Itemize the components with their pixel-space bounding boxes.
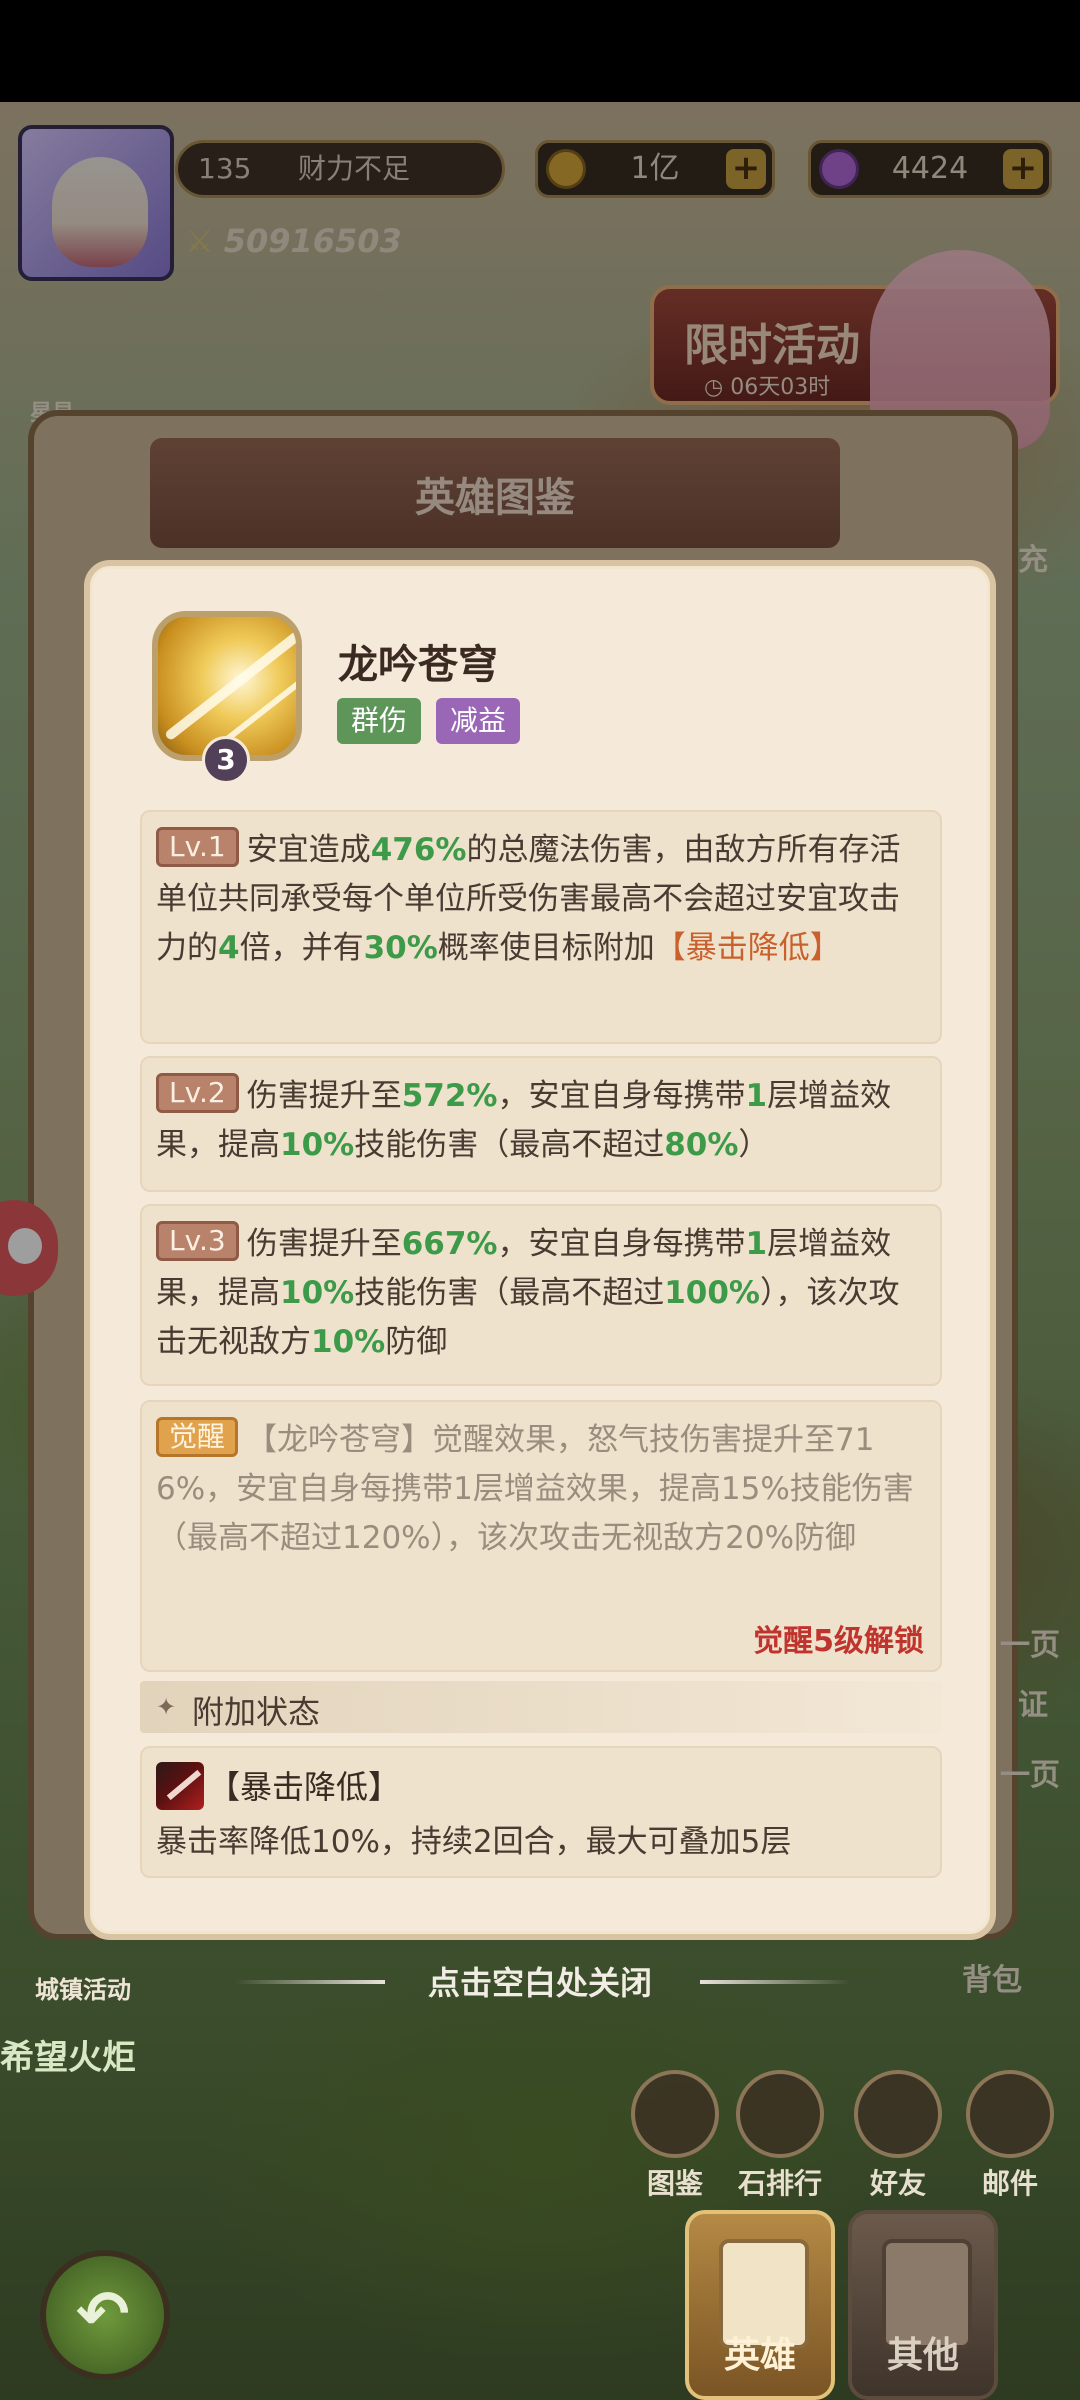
skill-level-3-text: Lv.3 伤害提升至667%，安宜自身每携带1层增益效果，提高10%技能伤害（最高…: [142, 1206, 940, 1377]
codex-button[interactable]: 图鉴: [625, 2070, 725, 2200]
status-effect-box: 【暴击降低】 暴击率降低10%，持续2回合，最大可叠加5层: [140, 1746, 942, 1878]
diamond-bullet-icon: ✦: [156, 1693, 177, 1721]
crit-down-icon: [156, 1762, 204, 1810]
awaken-text: 觉醒 【龙吟苍穹】觉醒效果，怒气技伤害提升至716%，安宜自身每携带1层增益效果，…: [142, 1402, 940, 1573]
close-hint: 点击空白处关闭: [427, 1964, 652, 2002]
tab-other[interactable]: 其他: [848, 2210, 998, 2400]
level-tag: Lv.3: [156, 1221, 239, 1261]
status-effect-desc: 暴击率降低10%，持续2回合，最大可叠加5层: [156, 1824, 792, 1860]
level-tag: Lv.1: [156, 827, 239, 867]
skill-icon-streak: [164, 622, 296, 742]
status-section-title: 附加状态: [192, 1693, 321, 1731]
hope-torch-banner[interactable]: 希望火炬: [0, 2030, 136, 2079]
book-icon: [631, 2070, 719, 2158]
skill-level-3-block: Lv.3 伤害提升至667%，安宜自身每携带1层增益效果，提高10%技能伤害（最高…: [140, 1204, 942, 1386]
awaken-tag: 觉醒: [156, 1417, 239, 1457]
envelope-icon: [966, 2070, 1054, 2158]
status-section-header: ✦ 附加状态: [140, 1681, 942, 1733]
awaken-unlock-requirement: 觉醒5级解锁: [753, 1624, 924, 1659]
mail-button[interactable]: 邮件: [960, 2070, 1060, 2200]
awaken-block: 觉醒 【龙吟苍穹】觉醒效果，怒气技伤害提升至716%，安宜自身每携带1层增益效果，…: [140, 1400, 942, 1672]
skill-level-badge: 3: [202, 736, 250, 784]
medal-icon: [736, 2070, 824, 2158]
friends-button[interactable]: 好友: [848, 2070, 948, 2200]
level-tag: Lv.2: [156, 1073, 239, 1113]
skill-level-1-text: Lv.1 安宜造成476%的总魔法伤害，由敌方所有存活单位共同承受每个单位所受伤害…: [142, 812, 940, 983]
back-button[interactable]: ↶: [40, 2250, 170, 2380]
debuff-link: 【暴击降低】: [654, 930, 841, 966]
back-arrow-icon: ↶: [76, 2278, 130, 2352]
skill-tag-debuff: 减益: [436, 698, 521, 744]
skill-level-1-block: Lv.1 安宜造成476%的总魔法伤害，由敌方所有存活单位共同承受每个单位所受伤害…: [140, 810, 942, 1044]
skill-tag-aoe: 群伤: [337, 698, 422, 744]
status-effect-name: 【暴击降低】: [208, 1768, 401, 1806]
status-bar-area: [0, 0, 1080, 102]
skill-detail-modal: 3 龙吟苍穹 群伤 减益 Lv.1 安宜造成476%的总魔法伤害，由敌方所有存活单…: [84, 560, 996, 1940]
town-event-label[interactable]: 城镇活动: [35, 1970, 131, 2005]
skill-name: 龙吟苍穹: [338, 642, 498, 688]
tab-heroes[interactable]: 英雄: [685, 2210, 835, 2400]
friend-icon: [854, 2070, 942, 2158]
ranking-button[interactable]: 石排行: [730, 2070, 830, 2200]
skill-level-2-block: Lv.2 伤害提升至572%，安宜自身每携带1层增益效果，提高10%技能伤害（最高…: [140, 1056, 942, 1192]
skill-level-2-text: Lv.2 伤害提升至572%，安宜自身每携带1层增益效果，提高10%技能伤害（最高…: [142, 1058, 940, 1180]
